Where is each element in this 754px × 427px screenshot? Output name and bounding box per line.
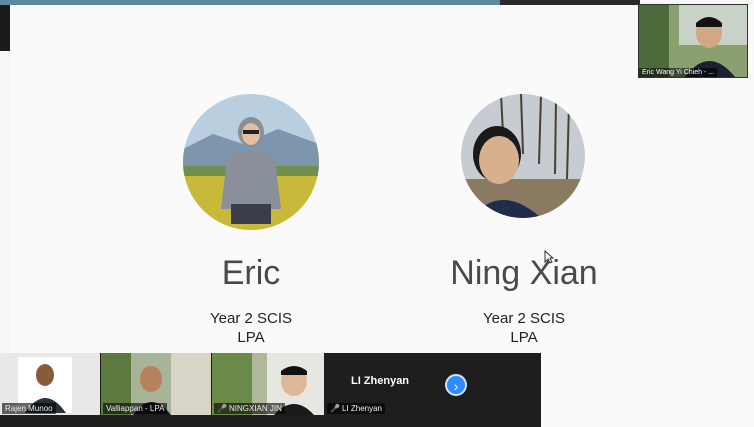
- ningxian-label: 🎤 NINGXIAN JIN: [214, 403, 285, 414]
- muted-mic-icon: 🎤: [330, 404, 340, 413]
- video-tile-li-zhenyan[interactable]: LI Zhenyan 🎤 LI Zhenyan: [325, 353, 435, 415]
- ning-xian-year: Year 2 SCIS: [483, 310, 565, 327]
- person-name-ning-xian: Ning Xian: [450, 254, 598, 292]
- rajen-label: Rajen Munoo: [2, 403, 56, 414]
- valliappan-label: Valliappan - LPA: [103, 403, 168, 414]
- ning-xian-org: LPA: [510, 329, 538, 346]
- chevron-right-icon: ›: [453, 378, 459, 394]
- person-role-eric: Year 2 SCIS LPA: [193, 309, 309, 347]
- eric-avatar: [183, 94, 319, 230]
- mouse-cursor-icon: [544, 250, 554, 264]
- person-role-ning-xian: Year 2 SCIS LPA: [454, 309, 594, 347]
- video-gallery-strip: Rajen Munoo Valliappan - LPA 🎤 NINGXIAN J…: [0, 353, 541, 427]
- self-video-label: Eric Wang Yi Chieh - ...: [639, 68, 718, 77]
- video-tile-valliappan[interactable]: Valliappan - LPA: [101, 353, 211, 415]
- li-zhenyan-label: 🎤 LI Zhenyan: [327, 403, 385, 414]
- self-video-tile[interactable]: Eric Wang Yi Chieh - ...: [638, 4, 748, 78]
- person-name-eric: Eric: [221, 254, 281, 292]
- gallery-next-button[interactable]: ›: [445, 374, 467, 396]
- li-zhenyan-name-display: LI Zhenyan: [350, 375, 410, 387]
- li-zhenyan-name: LI Zhenyan: [341, 404, 382, 413]
- muted-mic-icon: 🎤: [217, 404, 227, 413]
- window-left-edge: [0, 5, 10, 51]
- eric-year: Year 2 SCIS: [210, 310, 292, 327]
- eric-org: LPA: [237, 329, 265, 346]
- video-tile-rajen[interactable]: Rajen Munoo: [0, 353, 100, 415]
- video-tile-ningxian[interactable]: 🎤 NINGXIAN JIN: [212, 353, 324, 415]
- self-video-frame: [639, 5, 747, 77]
- ning-xian-avatar: [461, 94, 585, 218]
- ningxian-name: NINGXIAN JIN: [228, 404, 282, 413]
